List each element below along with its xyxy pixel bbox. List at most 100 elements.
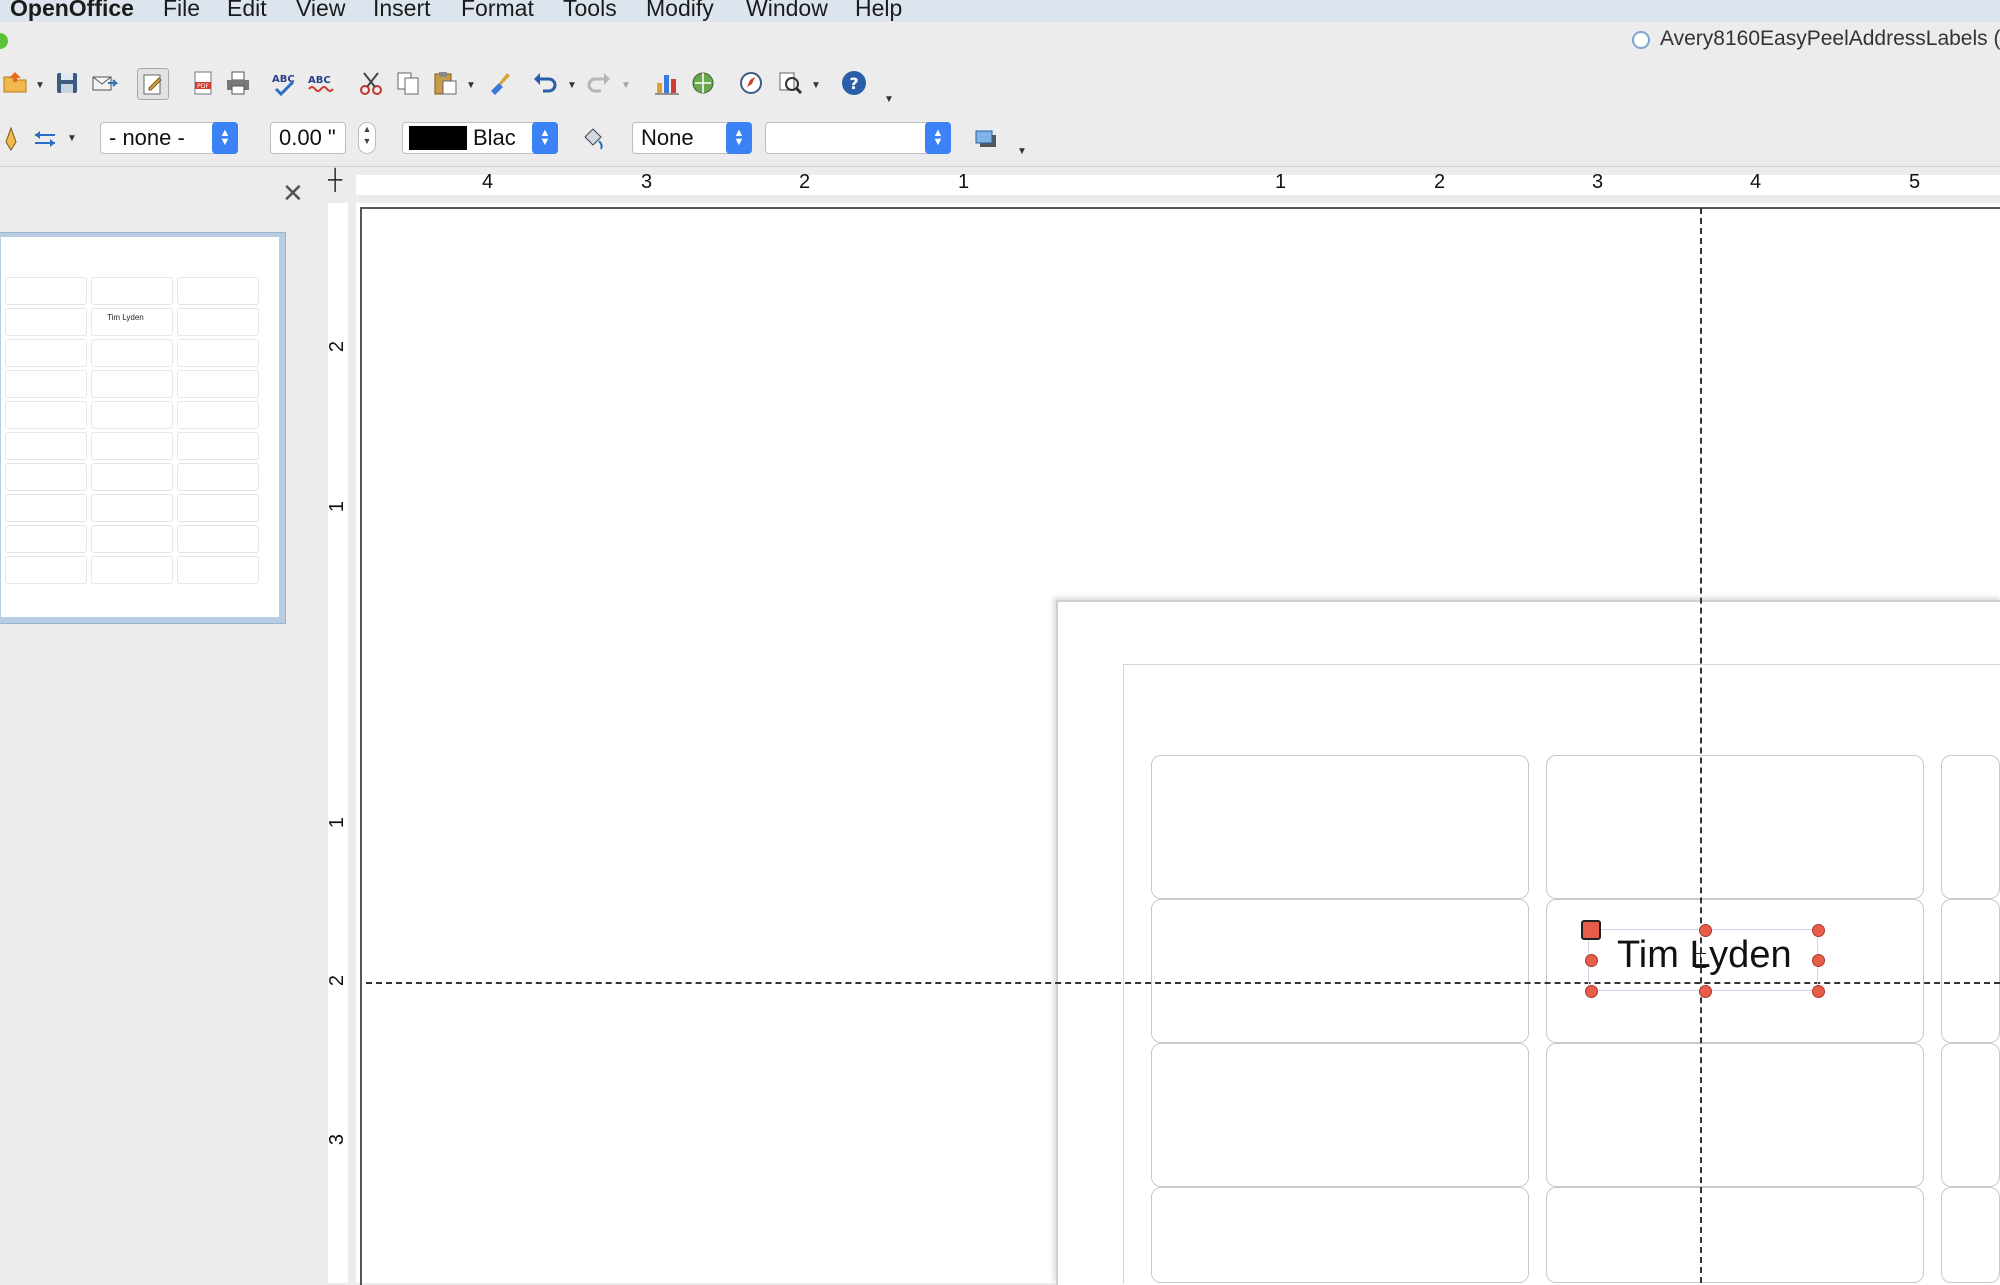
thumbnail-label-cell xyxy=(91,339,173,367)
help-icon[interactable]: ? xyxy=(839,68,869,98)
address-label[interactable] xyxy=(1546,755,1924,899)
menu-edit[interactable]: Edit xyxy=(227,0,267,22)
thumbnail-label-cell xyxy=(177,401,259,429)
export-pdf-icon[interactable]: PDF xyxy=(188,68,218,98)
toolbar2-overflow-arrow[interactable]: ▼ xyxy=(1017,146,1027,157)
panel-splitter[interactable] xyxy=(306,167,320,1283)
paste-icon[interactable] xyxy=(430,68,460,98)
area-style-chevron-icon[interactable]: ▲ ▼ xyxy=(726,122,752,154)
ruler-origin-icon[interactable]: ┼ xyxy=(328,169,342,192)
line-width-stepper[interactable]: ▲ ▼ xyxy=(358,122,376,154)
thumbnail-label-cell xyxy=(91,556,173,584)
thumbnail-label-cell xyxy=(5,463,87,491)
app-menu[interactable]: OpenOffice xyxy=(10,0,134,22)
text-cursor-icon: ⌶ xyxy=(1694,948,1708,973)
line-width-field[interactable]: 0.00 " xyxy=(270,122,346,154)
selection-handle-top-right[interactable] xyxy=(1812,924,1825,937)
area-fill-select[interactable]: ▲ ▼ xyxy=(765,122,951,154)
svg-text:?: ? xyxy=(849,74,858,93)
line-icon[interactable] xyxy=(0,124,26,154)
vertical-ruler[interactable]: 2 1 1 2 3 xyxy=(320,203,356,1283)
selection-handle-corner[interactable] xyxy=(1581,920,1601,940)
undo-dropdown-arrow[interactable]: ▼ xyxy=(567,80,577,91)
thumbnail-label-cell xyxy=(5,308,87,336)
copy-icon[interactable] xyxy=(393,68,423,98)
navigator-icon[interactable] xyxy=(736,68,766,98)
thumbnail-label-cell xyxy=(91,277,173,305)
paste-dropdown-arrow[interactable]: ▼ xyxy=(466,80,476,91)
line-color-select[interactable]: Blac ▲ ▼ xyxy=(402,122,558,154)
area-fill-chevron-icon[interactable]: ▲ ▼ xyxy=(925,122,951,154)
area-icon[interactable] xyxy=(578,124,608,154)
vruler-label: 1 xyxy=(326,500,349,513)
menu-format[interactable]: Format xyxy=(461,0,534,22)
close-panel-icon[interactable]: ✕ xyxy=(282,178,304,209)
vruler-label: 1 xyxy=(326,816,349,829)
thumbnail-label-cell xyxy=(5,525,87,553)
menu-file[interactable]: File xyxy=(163,0,200,22)
edit-file-icon[interactable] xyxy=(137,68,169,100)
print-icon[interactable] xyxy=(223,68,253,98)
area-style-select[interactable]: None ▲ ▼ xyxy=(632,122,752,154)
menu-view[interactable]: View xyxy=(296,0,345,22)
shadow-icon[interactable] xyxy=(971,124,1001,154)
address-label[interactable] xyxy=(1941,1187,2000,1283)
arrow-style-dropdown[interactable]: ▼ xyxy=(67,133,77,144)
selection-handle-left[interactable] xyxy=(1585,954,1598,967)
selection-handle-bottom-right[interactable] xyxy=(1812,985,1825,998)
gallery-icon[interactable] xyxy=(688,68,718,98)
arrow-style-icon[interactable] xyxy=(30,124,60,154)
address-label[interactable] xyxy=(1941,1043,2000,1187)
save-icon[interactable] xyxy=(52,68,82,98)
open-icon[interactable] xyxy=(0,68,30,98)
chart-icon[interactable] xyxy=(652,68,682,98)
address-label[interactable] xyxy=(1941,755,2000,899)
menu-tools[interactable]: Tools xyxy=(563,0,617,22)
clone-format-icon[interactable] xyxy=(484,68,514,98)
thumbnail-label-cell xyxy=(91,432,173,460)
line-style-select[interactable]: - none - ▲ ▼ xyxy=(100,122,238,154)
open-dropdown-arrow[interactable]: ▼ xyxy=(35,80,45,91)
vruler-label: 2 xyxy=(326,340,349,353)
thumbnail-label-cell xyxy=(177,556,259,584)
menu-window[interactable]: Window xyxy=(746,0,828,22)
selection-handle-top[interactable] xyxy=(1699,924,1712,937)
toolbar-overflow-arrow[interactable]: ▼ xyxy=(884,94,894,105)
zoom-icon[interactable] xyxy=(775,68,805,98)
address-label[interactable] xyxy=(1151,899,1529,1043)
spellcheck-icon[interactable]: ABC xyxy=(270,68,300,98)
cut-icon[interactable] xyxy=(356,68,386,98)
undo-icon[interactable] xyxy=(530,68,560,98)
menu-insert[interactable]: Insert xyxy=(373,0,431,22)
line-style-chevron-icon[interactable]: ▲ ▼ xyxy=(212,122,238,154)
hruler-label: 3 xyxy=(641,171,653,193)
address-label[interactable] xyxy=(1151,755,1529,899)
page-thumbnail[interactable]: Tim Lyden xyxy=(0,232,286,624)
hruler-label: 5 xyxy=(1909,171,1921,193)
selection-handle-bottom[interactable] xyxy=(1699,985,1712,998)
menu-modify[interactable]: Modify xyxy=(646,0,714,22)
selection-handle-right[interactable] xyxy=(1812,954,1825,967)
line-color-chevron-icon[interactable]: ▲ ▼ xyxy=(532,122,558,154)
window-title: Avery8160EasyPeelAddressLabels ( xyxy=(1660,27,2000,50)
thumbnail-label-cell xyxy=(177,525,259,553)
document-icon xyxy=(1632,31,1650,49)
address-label[interactable] xyxy=(1546,1187,1924,1283)
horizontal-ruler[interactable]: ┼ 4 3 2 1 1 2 3 4 5 xyxy=(320,167,2000,203)
thumbnail-label-cell xyxy=(91,494,173,522)
zoom-dropdown-arrow[interactable]: ▼ xyxy=(811,80,821,91)
thumbnail-label-cell xyxy=(5,401,87,429)
selection-handle-bottom-left[interactable] xyxy=(1585,985,1598,998)
address-label[interactable] xyxy=(1151,1187,1529,1283)
thumbnail-label-cell xyxy=(177,370,259,398)
hruler-label: 2 xyxy=(1434,171,1446,193)
thumbnail-label-cell xyxy=(177,308,259,336)
email-icon[interactable] xyxy=(89,68,119,98)
hruler-label: 4 xyxy=(482,171,494,193)
zoom-window-button[interactable] xyxy=(0,33,8,49)
menu-help[interactable]: Help xyxy=(855,0,902,22)
address-label[interactable] xyxy=(1151,1043,1529,1187)
address-label[interactable] xyxy=(1546,1043,1924,1187)
autospellcheck-icon[interactable]: ABC xyxy=(306,68,336,98)
address-label[interactable] xyxy=(1941,899,2000,1043)
